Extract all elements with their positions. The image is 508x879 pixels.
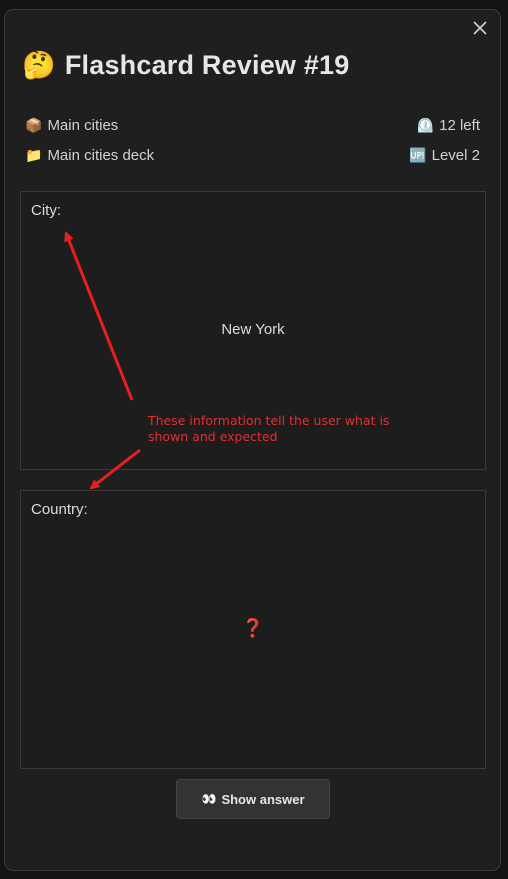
folder-name: Main cities deck [47, 147, 155, 164]
deck-name: Main cities [47, 117, 119, 134]
folder-info: 📁 Main cities deck [25, 146, 154, 166]
dialog-title-text: Flashcard Review #19 [64, 49, 350, 80]
level-value: Level 2 [431, 147, 480, 164]
answer-label: Country: [31, 501, 88, 518]
timer-icon: ⏲️ [416, 118, 435, 134]
thinking-face-icon: 🤔 [22, 50, 56, 81]
show-answer-button[interactable]: 👀 Show answer [176, 779, 330, 819]
question-mark-icon: ❓ [241, 618, 265, 638]
eyes-icon: 👀 [201, 792, 217, 806]
page-title: 🤔 Flashcard Review #19 [22, 44, 349, 86]
answer-card: Country: ❓ [20, 490, 486, 769]
annotation-text: These information tell the user what is … [148, 413, 390, 444]
level-up-icon: 🆙 [409, 148, 427, 164]
show-answer-label: Show answer [221, 791, 305, 807]
close-icon[interactable] [471, 19, 489, 37]
folder-icon: 📁 [25, 148, 43, 164]
level-info: 🆙 Level 2 [409, 146, 480, 166]
package-icon: 📦 [25, 118, 43, 134]
deck-info: 📦 Main cities [25, 116, 118, 136]
question-label: City: [31, 202, 61, 219]
question-value: New York [221, 321, 285, 338]
remaining-count: 12 left [439, 117, 480, 134]
remaining-info: ⏲️ 12 left [417, 116, 480, 136]
